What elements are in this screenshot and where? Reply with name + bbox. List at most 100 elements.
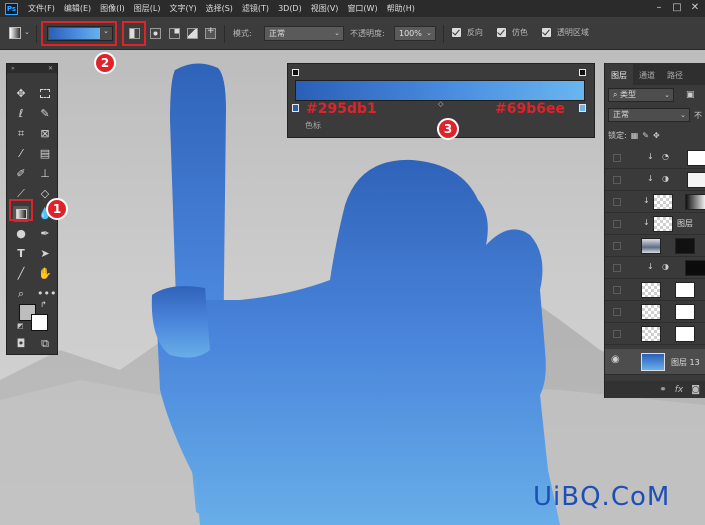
screen-mode-icon[interactable]: ⧉ [37, 336, 53, 352]
visibility-toggle[interactable] [613, 286, 621, 294]
menu-file[interactable]: 文件(F) [28, 3, 55, 14]
chevron-down-icon: ⌄ [103, 27, 109, 35]
close-icon[interactable]: ✕ [689, 2, 701, 14]
midpoint-diamond-icon[interactable]: ◇ [438, 100, 443, 108]
minimize-icon[interactable]: – [653, 2, 665, 14]
menu-view[interactable]: 视图(V) [311, 3, 339, 14]
clip-icon: ↓ [647, 174, 654, 183]
layer-row[interactable]: ↓ 图层 [605, 213, 705, 235]
layer-row[interactable]: ↓ ◑ [605, 257, 705, 279]
reflected-gradient-button[interactable] [187, 28, 198, 39]
collapse-icon[interactable]: » [11, 65, 15, 72]
default-colors-icon[interactable]: ◩ [17, 322, 24, 330]
healing-brush-tool-icon[interactable]: ▤ [37, 146, 53, 162]
menu-edit[interactable]: 编辑(E) [64, 3, 91, 14]
mask-icon[interactable]: ◙ [691, 385, 700, 395]
visibility-toggle[interactable] [613, 330, 621, 338]
layer-row[interactable]: ↓ [605, 191, 705, 213]
reverse-checkbox[interactable]: 反向 [452, 27, 483, 38]
blend-mode-select[interactable]: 正常 ⌄ [608, 108, 690, 122]
diamond-gradient-button[interactable]: + [205, 26, 216, 39]
lock-transparent-icon[interactable]: ▦ [631, 131, 639, 140]
layer-row[interactable] [605, 301, 705, 323]
layer-mask-thumbnail [675, 282, 695, 298]
menu-window[interactable]: 窗口(W) [347, 3, 377, 14]
menu-3d[interactable]: 3D(D) [278, 4, 302, 13]
panel-close-icon[interactable]: ✕ [48, 65, 53, 72]
layer-row[interactable] [605, 235, 705, 257]
clone-stamp-tool-icon[interactable]: ⊥ [37, 166, 53, 182]
layer-row-selected[interactable]: ◉ 图层 13 [605, 349, 705, 375]
layer-thumbnail [641, 353, 665, 371]
lock-move-icon[interactable]: ✥ [653, 131, 660, 140]
visibility-toggle[interactable] [613, 176, 621, 184]
annotation-badge-1: 1 [46, 198, 68, 220]
layer-row[interactable]: ↓ ◑ [605, 169, 705, 191]
layer-mask-thumbnail [675, 326, 695, 342]
radial-gradient-button[interactable] [150, 28, 161, 39]
tool-preset-picker[interactable]: ⌄ [9, 27, 31, 41]
layer-row[interactable] [605, 279, 705, 301]
opacity-stop-left[interactable] [292, 69, 299, 76]
layer-row[interactable]: ↓ ◔ [605, 147, 705, 169]
opacity-stop-right[interactable] [579, 69, 586, 76]
move-tool-icon[interactable]: ✥ [13, 86, 29, 102]
dodge-tool-icon[interactable]: ● [13, 226, 29, 242]
linear-gradient-button[interactable] [129, 28, 140, 39]
angle-gradient-button[interactable] [169, 28, 180, 39]
opacity-label: 不 [694, 110, 702, 120]
transparency-label: 透明区域 [556, 28, 589, 37]
quick-mask-icon[interactable]: ◘ [13, 336, 29, 352]
hand-tool-icon[interactable]: ✋ [37, 266, 53, 282]
lock-brush-icon[interactable]: ✎ [642, 131, 649, 140]
brush-tool-icon[interactable]: ✐ [13, 166, 29, 182]
eye-icon[interactable]: ◉ [611, 354, 620, 365]
chevron-down-icon: ⌄ [680, 111, 686, 119]
marquee-tool-icon[interactable] [37, 86, 53, 102]
menu-filter[interactable]: 滤镜(T) [242, 3, 269, 14]
visibility-toggle[interactable] [613, 220, 621, 228]
menu-select[interactable]: 选择(S) [206, 3, 233, 14]
visibility-toggle[interactable] [613, 154, 621, 162]
swap-colors-icon[interactable]: ↱ [40, 300, 47, 309]
opacity-input[interactable]: 100% ⌄ [394, 26, 436, 41]
tab-paths[interactable]: 路径 [661, 70, 689, 85]
menu-help[interactable]: 帮助(H) [387, 3, 415, 14]
eyedropper-tool-icon[interactable]: ⁄ [13, 146, 29, 162]
menu-image[interactable]: 图像(I) [100, 3, 125, 14]
gradient-picker[interactable]: ⌄ [47, 26, 113, 41]
color-stop-right[interactable] [579, 104, 586, 112]
visibility-toggle[interactable] [613, 198, 621, 206]
tools-panel-header[interactable]: » ✕ [7, 64, 57, 73]
quick-select-tool-icon[interactable]: ✎ [37, 106, 53, 122]
mode-select[interactable]: 正常 ⌄ [264, 26, 344, 41]
tab-channels[interactable]: 通道 [633, 70, 661, 85]
clip-icon: ↓ [647, 152, 654, 161]
zoom-tool-icon[interactable]: ⌕ [13, 286, 29, 302]
path-select-tool-icon[interactable]: ➤ [37, 246, 53, 262]
type-tool-icon[interactable]: T [13, 246, 29, 262]
link-icon[interactable]: ⚭ [659, 385, 667, 395]
frame-tool-icon[interactable]: ⊠ [37, 126, 53, 142]
background-color-swatch[interactable] [31, 314, 48, 331]
pen-tool-icon[interactable]: ✒ [37, 226, 53, 242]
color-stop-left[interactable] [292, 104, 299, 112]
visibility-toggle[interactable] [613, 242, 621, 250]
image-filter-icon[interactable]: ▣ [686, 90, 695, 100]
dither-label: 仿色 [511, 28, 528, 37]
menu-type[interactable]: 文字(Y) [169, 3, 196, 14]
visibility-toggle[interactable] [613, 308, 621, 316]
tab-layers[interactable]: 图层 [605, 64, 633, 85]
menu-layer[interactable]: 图层(L) [134, 3, 161, 14]
visibility-toggle[interactable] [613, 264, 621, 272]
line-tool-icon[interactable]: ╱ [13, 266, 29, 282]
dither-checkbox[interactable]: 仿色 [497, 27, 528, 38]
gradient-bar[interactable] [295, 80, 585, 101]
maximize-icon[interactable]: □ [671, 2, 683, 14]
layer-row[interactable] [605, 323, 705, 345]
transparency-checkbox[interactable]: 透明区域 [542, 27, 589, 38]
fx-icon[interactable]: fx [675, 385, 684, 395]
lasso-tool-icon[interactable]: ℓ [13, 106, 29, 122]
layer-filter-select[interactable]: ⌕ 类型 ⌄ [608, 88, 674, 102]
crop-tool-icon[interactable]: ⌗ [13, 126, 29, 142]
